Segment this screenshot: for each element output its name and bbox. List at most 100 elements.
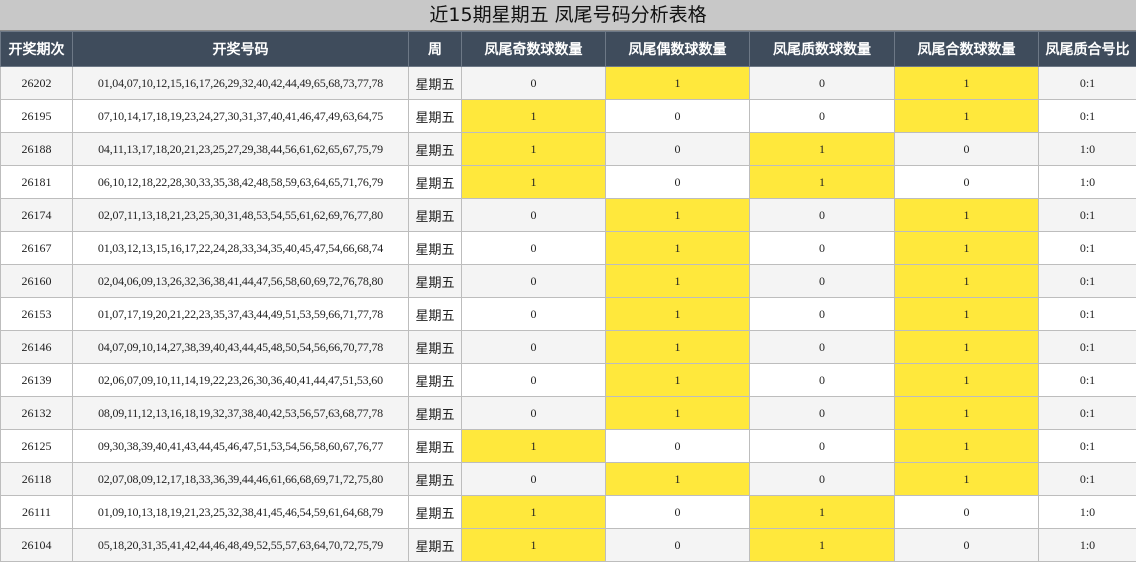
even-count-cell: 0	[606, 430, 750, 463]
even-count-cell: 1	[606, 397, 750, 430]
week-cell: 星期五	[409, 232, 462, 265]
prime-count-cell: 0	[750, 67, 895, 100]
composite-count-cell: 1	[895, 298, 1039, 331]
odd-count-cell: 0	[462, 331, 606, 364]
composite-count-cell: 1	[895, 100, 1039, 133]
numbers-cell: 01,04,07,10,12,15,16,17,26,29,32,40,42,4…	[73, 67, 409, 100]
even-count-cell: 0	[606, 133, 750, 166]
week-cell: 星期五	[409, 100, 462, 133]
week-cell: 星期五	[409, 463, 462, 496]
odd-count-cell: 0	[462, 397, 606, 430]
issue-cell: 26139	[1, 364, 73, 397]
ratio-cell: 0:1	[1039, 67, 1136, 100]
header-prime-composite-ratio: 凤尾质合号比	[1039, 32, 1136, 67]
week-cell: 星期五	[409, 67, 462, 100]
composite-count-cell: 0	[895, 166, 1039, 199]
issue-cell: 26132	[1, 397, 73, 430]
week-cell: 星期五	[409, 397, 462, 430]
numbers-cell: 04,07,09,10,14,27,38,39,40,43,44,45,48,5…	[73, 331, 409, 364]
ratio-cell: 1:0	[1039, 529, 1136, 562]
table-row: 2611101,09,10,13,18,19,21,23,25,32,38,41…	[1, 496, 1136, 529]
ratio-cell: 1:0	[1039, 166, 1136, 199]
week-cell: 星期五	[409, 430, 462, 463]
ratio-cell: 1:0	[1039, 133, 1136, 166]
composite-count-cell: 1	[895, 265, 1039, 298]
week-cell: 星期五	[409, 331, 462, 364]
composite-count-cell: 1	[895, 331, 1039, 364]
even-count-cell: 0	[606, 529, 750, 562]
composite-count-cell: 1	[895, 232, 1039, 265]
composite-count-cell: 0	[895, 133, 1039, 166]
odd-count-cell: 0	[462, 199, 606, 232]
header-row: 开奖期次 开奖号码 周 凤尾奇数球数量 凤尾偶数球数量 凤尾质数球数量 凤尾合数…	[1, 32, 1136, 67]
table-row: 2614604,07,09,10,14,27,38,39,40,43,44,45…	[1, 331, 1136, 364]
numbers-cell: 05,18,20,31,35,41,42,44,46,48,49,52,55,5…	[73, 529, 409, 562]
header-numbers: 开奖号码	[73, 32, 409, 67]
prime-count-cell: 0	[750, 232, 895, 265]
issue-cell: 26153	[1, 298, 73, 331]
prime-count-cell: 1	[750, 529, 895, 562]
ratio-cell: 0:1	[1039, 430, 1136, 463]
week-cell: 星期五	[409, 199, 462, 232]
even-count-cell: 1	[606, 232, 750, 265]
odd-count-cell: 0	[462, 364, 606, 397]
issue-cell: 26167	[1, 232, 73, 265]
even-count-cell: 1	[606, 364, 750, 397]
issue-cell: 26111	[1, 496, 73, 529]
prime-count-cell: 0	[750, 265, 895, 298]
week-cell: 星期五	[409, 298, 462, 331]
numbers-cell: 02,07,11,13,18,21,23,25,30,31,48,53,54,5…	[73, 199, 409, 232]
table-row: 2618804,11,13,17,18,20,21,23,25,27,29,38…	[1, 133, 1136, 166]
odd-count-cell: 1	[462, 133, 606, 166]
composite-count-cell: 1	[895, 199, 1039, 232]
table-row: 2620201,04,07,10,12,15,16,17,26,29,32,40…	[1, 67, 1136, 100]
prime-count-cell: 0	[750, 397, 895, 430]
table-row: 2611802,07,08,09,12,17,18,33,36,39,44,46…	[1, 463, 1136, 496]
even-count-cell: 0	[606, 100, 750, 133]
composite-count-cell: 1	[895, 397, 1039, 430]
header-issue: 开奖期次	[1, 32, 73, 67]
ratio-cell: 1:0	[1039, 496, 1136, 529]
header-week: 周	[409, 32, 462, 67]
numbers-cell: 01,07,17,19,20,21,22,23,35,37,43,44,49,5…	[73, 298, 409, 331]
issue-cell: 26202	[1, 67, 73, 100]
prime-count-cell: 0	[750, 463, 895, 496]
numbers-cell: 09,30,38,39,40,41,43,44,45,46,47,51,53,5…	[73, 430, 409, 463]
issue-cell: 26125	[1, 430, 73, 463]
prime-count-cell: 1	[750, 133, 895, 166]
analysis-table: 开奖期次 开奖号码 周 凤尾奇数球数量 凤尾偶数球数量 凤尾质数球数量 凤尾合数…	[0, 31, 1136, 562]
table-row: 2613208,09,11,12,13,16,18,19,32,37,38,40…	[1, 397, 1136, 430]
issue-cell: 26195	[1, 100, 73, 133]
composite-count-cell: 1	[895, 364, 1039, 397]
numbers-cell: 02,06,07,09,10,11,14,19,22,23,26,30,36,4…	[73, 364, 409, 397]
composite-count-cell: 0	[895, 529, 1039, 562]
ratio-cell: 0:1	[1039, 100, 1136, 133]
issue-cell: 26118	[1, 463, 73, 496]
table-row: 2617402,07,11,13,18,21,23,25,30,31,48,53…	[1, 199, 1136, 232]
prime-count-cell: 0	[750, 100, 895, 133]
odd-count-cell: 1	[462, 430, 606, 463]
composite-count-cell: 1	[895, 463, 1039, 496]
issue-cell: 26174	[1, 199, 73, 232]
composite-count-cell: 0	[895, 496, 1039, 529]
prime-count-cell: 0	[750, 331, 895, 364]
odd-count-cell: 1	[462, 496, 606, 529]
issue-cell: 26160	[1, 265, 73, 298]
week-cell: 星期五	[409, 166, 462, 199]
issue-cell: 26188	[1, 133, 73, 166]
even-count-cell: 0	[606, 496, 750, 529]
ratio-cell: 0:1	[1039, 199, 1136, 232]
prime-count-cell: 0	[750, 364, 895, 397]
odd-count-cell: 0	[462, 232, 606, 265]
composite-count-cell: 1	[895, 430, 1039, 463]
numbers-cell: 04,11,13,17,18,20,21,23,25,27,29,38,44,5…	[73, 133, 409, 166]
ratio-cell: 0:1	[1039, 331, 1136, 364]
odd-count-cell: 0	[462, 298, 606, 331]
header-composite-count: 凤尾合数球数量	[895, 32, 1039, 67]
week-cell: 星期五	[409, 364, 462, 397]
prime-count-cell: 0	[750, 199, 895, 232]
prime-count-cell: 0	[750, 298, 895, 331]
week-cell: 星期五	[409, 529, 462, 562]
numbers-cell: 08,09,11,12,13,16,18,19,32,37,38,40,42,5…	[73, 397, 409, 430]
table-row: 2612509,30,38,39,40,41,43,44,45,46,47,51…	[1, 430, 1136, 463]
